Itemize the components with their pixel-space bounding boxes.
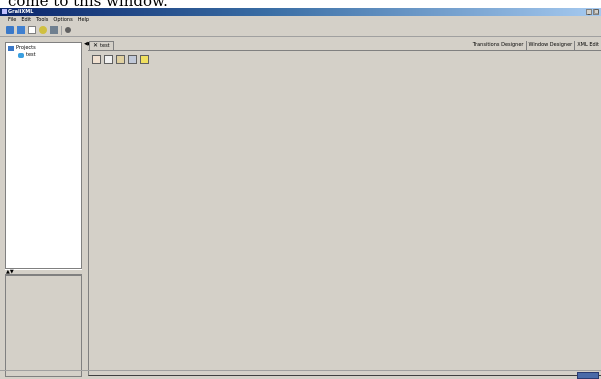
edit-icon[interactable] — [92, 54, 101, 64]
tab-transitions-designer[interactable]: Transitions Designer — [471, 41, 526, 50]
menu-tools[interactable]: Tools — [36, 16, 48, 24]
print-icon[interactable] — [50, 26, 58, 34]
run-icon[interactable] — [65, 27, 71, 33]
menu-options[interactable]: Options — [53, 16, 72, 24]
projects-folder-icon — [8, 45, 14, 51]
app-icon — [2, 9, 7, 14]
status-bar — [0, 370, 601, 379]
new-document-icon[interactable] — [28, 26, 36, 34]
maximize-button[interactable]: □ — [593, 9, 599, 15]
title-bar: GraliXML _ □ — [0, 8, 601, 16]
menu-edit[interactable]: Edit — [21, 16, 31, 24]
minimize-button[interactable]: _ — [586, 9, 592, 15]
tree-node-label: test — [26, 52, 36, 58]
tab-xml-edit[interactable]: XML Edit — [574, 41, 601, 50]
tree-node-label: Projects — [16, 45, 36, 51]
menu-file[interactable]: File — [8, 16, 16, 24]
grid-icon[interactable] — [104, 54, 113, 64]
design-canvas[interactable] — [88, 68, 601, 376]
document-tab-strip: ✕ test Transitions Designer Window Desig… — [88, 41, 601, 51]
save-icon[interactable] — [17, 26, 25, 34]
project-icon — [18, 52, 24, 58]
main-toolbar — [0, 24, 601, 37]
save-layout-icon[interactable] — [140, 54, 149, 64]
document-tab-label: test — [100, 43, 110, 49]
properties-panel — [5, 275, 82, 377]
open-project-icon[interactable] — [6, 26, 14, 34]
status-indicator-icon — [577, 372, 599, 379]
designer-toolbar — [92, 52, 149, 66]
menu-bar: File Edit Tools Options Help — [0, 16, 601, 24]
help-icon[interactable] — [39, 26, 47, 34]
toolbar-separator — [61, 25, 62, 35]
tab-window-designer[interactable]: Window Designer — [525, 41, 575, 50]
close-tab-icon[interactable]: ✕ — [93, 43, 98, 49]
designer-tabs: Transitions Designer Window Designer XML… — [471, 41, 601, 50]
tree-node-test[interactable]: test — [18, 52, 36, 58]
window-title: GraliXML — [8, 9, 34, 15]
window-icon[interactable] — [128, 54, 137, 64]
menu-help[interactable]: Help — [78, 16, 89, 24]
tree-node-projects[interactable]: Projects — [8, 45, 36, 51]
app-window: GraliXML _ □ File Edit Tools Options Hel… — [0, 8, 601, 379]
project-tree-panel: Projects test — [5, 42, 82, 269]
caption: come to this window. — [0, 0, 601, 8]
image-icon[interactable] — [116, 54, 125, 64]
document-tab-test[interactable]: ✕ test — [89, 41, 114, 50]
